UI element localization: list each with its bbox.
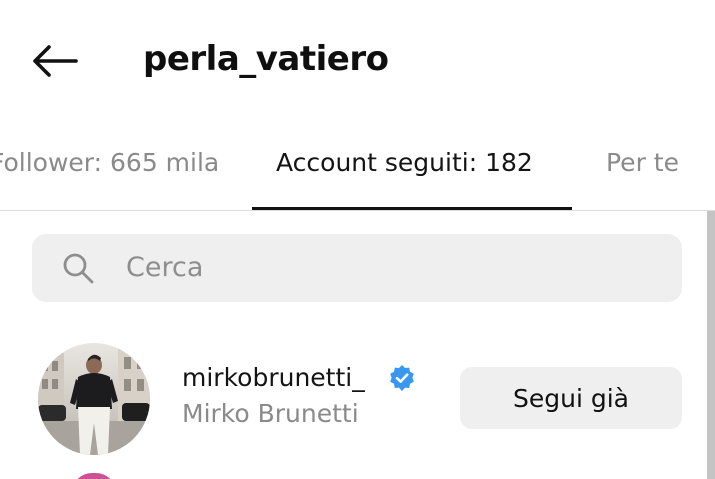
tab-for-you[interactable]: Per te [606, 144, 679, 182]
verified-badge-icon [390, 365, 414, 391]
tab-following[interactable]: Account seguiti: 182 [276, 144, 533, 182]
search-input[interactable]: Cerca [32, 234, 682, 302]
tab-followers[interactable]: Follower: 665 mila [0, 144, 219, 182]
profile-photo [38, 343, 150, 455]
tab-bar: Follower: 665 mila Account seguiti: 182 … [0, 130, 715, 210]
following-list-screen: perla_vatiero Follower: 665 mila Account… [0, 0, 715, 479]
avatar[interactable] [38, 343, 150, 455]
scrollbar[interactable] [707, 211, 715, 479]
following-button[interactable]: Segui già [460, 367, 682, 429]
back-button[interactable] [24, 36, 84, 86]
arrow-left-icon [33, 45, 78, 77]
tabs-divider [0, 210, 715, 211]
account-full-name: Mirko Brunetti [182, 399, 359, 428]
account-username[interactable]: mirkobrunetti_ [182, 360, 365, 396]
search-placeholder: Cerca [126, 252, 204, 283]
search-icon [63, 253, 94, 284]
avatar[interactable] [72, 473, 116, 479]
page-title: perla_vatiero [143, 39, 389, 79]
